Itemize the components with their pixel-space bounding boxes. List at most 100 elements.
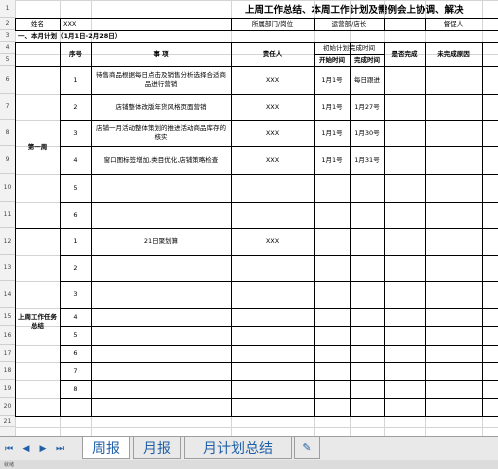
- row-owner[interactable]: XXX: [231, 146, 314, 174]
- first-sheet-icon[interactable]: ⏮: [3, 442, 15, 455]
- row-number[interactable]: 12: [0, 228, 15, 255]
- status-bar: 就绪: [0, 460, 498, 469]
- row-number[interactable]: 2: [0, 18, 15, 30]
- row-end[interactable]: 1月27号: [350, 94, 384, 120]
- row-seq: 1: [73, 75, 78, 84]
- row-seq: 1: [73, 237, 78, 245]
- sheet-grid[interactable]: 上周工作总结、本周工作计划及需例会上协调、解决 姓名 XXX 所属部门/岗位 运营部/…: [15, 0, 498, 436]
- border-line: [384, 18, 385, 30]
- row-number[interactable]: 20: [0, 398, 15, 416]
- row-start[interactable]: 1月1号: [314, 120, 350, 146]
- new-sheet-icon[interactable]: ✎: [294, 437, 320, 459]
- group-label-week1: 第一周: [27, 142, 48, 151]
- row-start[interactable]: [314, 202, 350, 228]
- row-number[interactable]: 3: [0, 30, 15, 42]
- row-item[interactable]: [93, 380, 229, 398]
- row-item[interactable]: [93, 281, 229, 308]
- row-number[interactable]: 21: [0, 416, 15, 427]
- row-end[interactable]: 1月30号: [350, 120, 384, 146]
- row-owner[interactable]: [231, 345, 314, 362]
- row-seq: 8: [73, 384, 78, 393]
- border-line: [15, 416, 498, 417]
- row-seq: 3: [73, 290, 78, 298]
- name-value[interactable]: XXX: [60, 18, 163, 30]
- header-reason: 未完成原因: [437, 49, 470, 58]
- row-item[interactable]: [93, 174, 229, 202]
- row-end[interactable]: [350, 174, 384, 202]
- row-item[interactable]: [93, 345, 229, 362]
- border-line: [91, 42, 92, 416]
- tab-weekly-report[interactable]: 周报: [82, 437, 130, 459]
- row-number[interactable]: 15: [0, 308, 15, 326]
- prev-sheet-icon[interactable]: ◀: [20, 442, 32, 455]
- row-owner[interactable]: [231, 308, 314, 326]
- row-owner[interactable]: XXX: [231, 228, 314, 255]
- row-number[interactable]: 1: [0, 0, 15, 18]
- spreadsheet[interactable]: 1 2 3 4 5 6 7 8 9 10 11 12 13 14 15 16 17 18 19 20 21 上周工作总结…: [0, 0, 498, 436]
- row-end[interactable]: 每日跟进: [350, 66, 384, 94]
- row-start[interactable]: 1月1号: [314, 66, 350, 94]
- row-number[interactable]: 13: [0, 255, 15, 281]
- row-end[interactable]: [350, 202, 384, 228]
- row-number[interactable]: 9: [0, 146, 15, 174]
- row-item[interactable]: 店铺一月活动整体策划的推进活动商品库存的核实: [93, 120, 229, 146]
- row-item[interactable]: 待售商品根据每日点击及销售分析选择合适商品进行营销: [93, 66, 229, 94]
- row-owner[interactable]: [231, 281, 314, 308]
- row-item[interactable]: [93, 308, 229, 326]
- row-number[interactable]: 16: [0, 326, 15, 345]
- row-start[interactable]: [314, 174, 350, 202]
- row-owner[interactable]: [231, 174, 314, 202]
- row-owner[interactable]: [231, 380, 314, 398]
- row-item[interactable]: [93, 202, 229, 228]
- row-seq: 7: [73, 366, 78, 375]
- row-number[interactable]: 17: [0, 345, 15, 362]
- row-item[interactable]: [93, 255, 229, 281]
- row-item[interactable]: 店铺整体改版年货风格页面营销: [93, 94, 229, 120]
- row-owner[interactable]: XXX: [231, 120, 314, 146]
- row-seq: 6: [73, 210, 78, 219]
- border-line: [425, 42, 426, 416]
- row-seq: 2: [73, 102, 78, 111]
- row-number[interactable]: 8: [0, 120, 15, 146]
- tab-monthly-report[interactable]: 月报: [133, 437, 181, 459]
- row-number[interactable]: 10: [0, 174, 15, 202]
- row-number[interactable]: 19: [0, 380, 15, 398]
- tab-monthly-plan-summary[interactable]: 月计划总结: [184, 437, 292, 459]
- row-owner[interactable]: [231, 202, 314, 228]
- row-item[interactable]: [93, 362, 229, 380]
- supervisor-label: 督促人: [443, 19, 464, 28]
- header-end: 完成时间: [354, 55, 380, 64]
- name-label: 姓名: [31, 19, 44, 28]
- row-number[interactable]: 7: [0, 94, 15, 120]
- row-seq: 4: [73, 312, 78, 321]
- row-owner[interactable]: [231, 255, 314, 281]
- row-seq: 2: [73, 263, 78, 272]
- status-text: 就绪: [4, 462, 15, 468]
- row-item[interactable]: [93, 326, 229, 345]
- row-number[interactable]: 14: [0, 281, 15, 308]
- sheet-title: 上周工作总结、本周工作计划及需例会上协调、解决: [245, 5, 464, 16]
- row-seq: 4: [73, 155, 78, 164]
- row-owner[interactable]: [231, 326, 314, 345]
- row-start[interactable]: 1月1号: [314, 94, 350, 120]
- row-end[interactable]: 1月31号: [350, 146, 384, 174]
- header-seq: 序号: [69, 49, 82, 58]
- last-sheet-icon[interactable]: ⏭: [54, 442, 66, 455]
- row-item[interactable]: 21日聚划算: [93, 228, 229, 255]
- row-number[interactable]: 6: [0, 66, 15, 94]
- row-number[interactable]: 11: [0, 202, 15, 228]
- row-number[interactable]: 5: [0, 54, 15, 66]
- header-start: 开始时间: [319, 55, 345, 64]
- row-header-column[interactable]: 1 2 3 4 5 6 7 8 9 10 11 12 13 14 15 16 17 18 19 20 21: [0, 0, 16, 436]
- row-number[interactable]: 4: [0, 42, 15, 54]
- row-start[interactable]: 1月1号: [314, 146, 350, 174]
- row-owner[interactable]: [231, 362, 314, 380]
- header-done: 是否完成: [391, 49, 418, 58]
- next-sheet-icon[interactable]: ▶: [37, 442, 49, 455]
- row-owner[interactable]: XXX: [231, 66, 314, 94]
- row-number[interactable]: 18: [0, 362, 15, 380]
- dept-value[interactable]: 运营部/店长: [314, 18, 384, 30]
- sheet-tab-bar: ⏮ ◀ ▶ ⏭ 周报 月报 月计划总结 ✎: [0, 436, 498, 461]
- row-item[interactable]: 窗口图标签增加,类目优化,店铺策略检查: [93, 146, 229, 174]
- row-owner[interactable]: XXX: [231, 94, 314, 120]
